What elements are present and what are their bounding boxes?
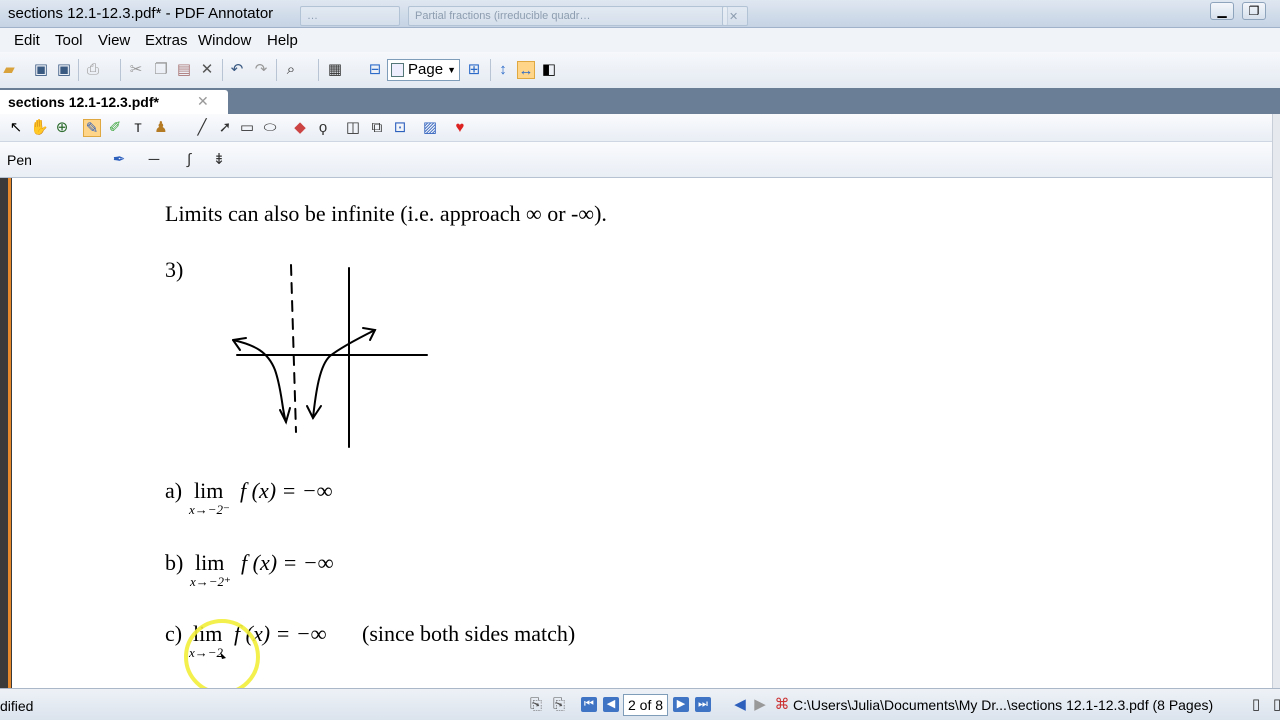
highlighter-icon[interactable]: ✐ [106, 119, 124, 137]
back-icon[interactable]: ◀ [731, 696, 749, 714]
two-page-view-icon[interactable]: ▯ [1268, 696, 1280, 714]
pdf-file-icon: ⌘ [774, 696, 790, 713]
text-icon[interactable]: T [129, 119, 147, 137]
zoom-out-icon[interactable]: ⊟ [366, 61, 384, 79]
part-a-lim: lim [194, 478, 224, 503]
part-b-limit-subscript: x→−2⁺ [190, 574, 231, 589]
save-icon[interactable]: ▣ [32, 61, 50, 79]
select-arrow-icon[interactable]: ↖ [7, 119, 25, 137]
background-window-close: ✕ [722, 6, 748, 26]
zoom-mode-select[interactable]: Page ▼ [387, 59, 460, 81]
vertical-scrollbar[interactable] [1272, 114, 1280, 688]
first-page-button[interactable]: ⏮ [581, 697, 597, 712]
document-canvas[interactable] [0, 178, 1272, 688]
export-pages-icon[interactable]: ⎘ [550, 696, 568, 714]
pen-color-icon[interactable]: ✒ [110, 151, 128, 169]
annotation-toolbar: ↖ ✋ ⊕ ✎ ✐ T ♟ ╱ ➚ ▭ ⬭ ◆ ϙ ◫ ⧉ ⊡ ▨ ♥ [0, 114, 1272, 142]
menu-bar: Edit Tool View Extras Window Help [0, 28, 1280, 52]
chevron-down-icon: ▼ [447, 65, 456, 75]
problem-number: 3) [165, 257, 184, 282]
hand-icon[interactable]: ✋ [30, 119, 49, 137]
find-icon[interactable]: ⌕ [282, 61, 300, 79]
pen-properties-toolbar: ✒ ─ ∫ ⇟ [0, 142, 1272, 178]
menu-tool[interactable]: Tool [55, 32, 83, 49]
part-b-label: b) [165, 550, 184, 575]
cursor-highlight [184, 619, 260, 695]
part-a-limit-subscript: x→−2⁻ [189, 502, 230, 517]
document-tab-label: sections 12.1-12.3.pdf* [8, 94, 159, 110]
title-bar: sections 12.1-12.3.pdf* - PDF Annotator … [0, 0, 1280, 28]
part-b-expression: f (x) = −∞ [241, 550, 334, 575]
eraser-icon[interactable]: ◆ [291, 119, 309, 137]
part-c-note: (since both sides match) [362, 621, 576, 646]
page-layout-icon[interactable]: ▦ [326, 61, 344, 79]
menu-window[interactable]: Window [198, 32, 251, 49]
open-folder-icon[interactable]: ▰ [0, 61, 18, 79]
line-icon[interactable]: ╱ [193, 119, 211, 137]
undo-icon[interactable]: ↶ [228, 61, 246, 79]
current-tool-label: Pen [7, 152, 32, 168]
redo-icon[interactable]: ↷ [252, 61, 270, 79]
menu-edit[interactable]: Edit [14, 32, 40, 49]
part-a-expression: f (x) = −∞ [240, 478, 333, 503]
favorites-icon[interactable]: ♥ [451, 119, 469, 137]
part-a-label: a) [165, 478, 183, 503]
previous-page-button[interactable]: ◀ [603, 697, 619, 712]
background-window-tab: … [300, 6, 400, 26]
window-title: sections 12.1-12.3.pdf* - PDF Annotator [8, 5, 274, 22]
page-margin-strip [0, 178, 12, 688]
hand-drawn-graph [232, 264, 428, 448]
line-width-icon[interactable]: ⇟ [210, 151, 228, 169]
menu-help[interactable]: Help [267, 32, 298, 49]
line-style-icon[interactable]: ─ [145, 151, 163, 169]
asymptote-line [290, 264, 297, 433]
cut-icon[interactable]: ✂ [127, 61, 145, 79]
magnifier-icon[interactable]: ⊕ [53, 119, 71, 137]
delete-icon[interactable]: ✕ [198, 61, 216, 79]
close-tab-icon[interactable]: ✕ [197, 93, 209, 110]
lasso-icon[interactable]: ϙ [314, 119, 332, 137]
single-page-view-icon[interactable]: ▯ [1247, 696, 1265, 714]
paste-icon[interactable]: ▤ [175, 61, 193, 79]
menu-extras[interactable]: Extras [145, 32, 188, 49]
document-tab[interactable]: sections 12.1-12.3.pdf* ✕ [0, 90, 228, 114]
print-pages-icon[interactable]: ⎘ [527, 696, 545, 714]
full-screen-icon[interactable]: ◧ [540, 61, 558, 79]
standard-toolbar: ▰ ▣ ▣ ⎙ ✂ ❐ ▤ ✕ ↶ ↷ ⌕ ▦ ⊟ ⊞ ↕ ↔ ◧ [0, 52, 1280, 88]
status-message: dified [0, 698, 34, 714]
snapshot-icon[interactable]: ◫ [344, 119, 362, 137]
crop-icon[interactable]: ⊡ [391, 119, 409, 137]
page-icon [391, 63, 404, 77]
fit-width-icon[interactable]: ↔ [517, 61, 535, 79]
menu-view[interactable]: View [98, 32, 130, 49]
print-icon[interactable]: ⎙ [84, 61, 102, 79]
maximize-button[interactable]: ❐ [1242, 2, 1266, 20]
zoom-in-icon[interactable]: ⊞ [465, 61, 483, 79]
last-page-button[interactable]: ⏭ [695, 697, 711, 712]
copy-icon[interactable]: ❐ [152, 61, 170, 79]
heading-text: Limits can also be infinite (i.e. approa… [165, 201, 607, 226]
file-path-label: C:\Users\Julia\Documents\My Dr...\sectio… [793, 697, 1214, 713]
rectangle-icon[interactable]: ▭ [238, 119, 256, 137]
ellipse-icon[interactable]: ⬭ [261, 119, 279, 137]
background-window-tab: Partial fractions (irreducible quadr… [408, 6, 728, 26]
forward-icon[interactable]: ▶ [751, 696, 769, 714]
fit-height-icon[interactable]: ↕ [494, 61, 512, 79]
left-branch-curve [232, 339, 287, 423]
page-number-field[interactable]: 2 of 8 [623, 694, 668, 716]
smoothing-icon[interactable]: ∫ [180, 151, 198, 169]
image-icon[interactable]: ▨ [421, 119, 439, 137]
pen-icon[interactable]: ✎ [83, 119, 101, 137]
right-branch-curve [312, 329, 376, 419]
stamp-icon[interactable]: ♟ [152, 119, 170, 137]
arrow-tool-icon[interactable]: ➚ [216, 119, 234, 137]
part-b-lim: lim [195, 550, 225, 575]
next-page-button[interactable]: ▶ [673, 697, 689, 712]
minimize-button[interactable]: ▁ [1210, 2, 1234, 20]
pen-cursor-icon [220, 652, 226, 659]
save-all-icon[interactable]: ▣ [55, 61, 73, 79]
ocr-icon[interactable]: ⧉ [368, 119, 386, 137]
part-c-label: c) [165, 621, 183, 646]
